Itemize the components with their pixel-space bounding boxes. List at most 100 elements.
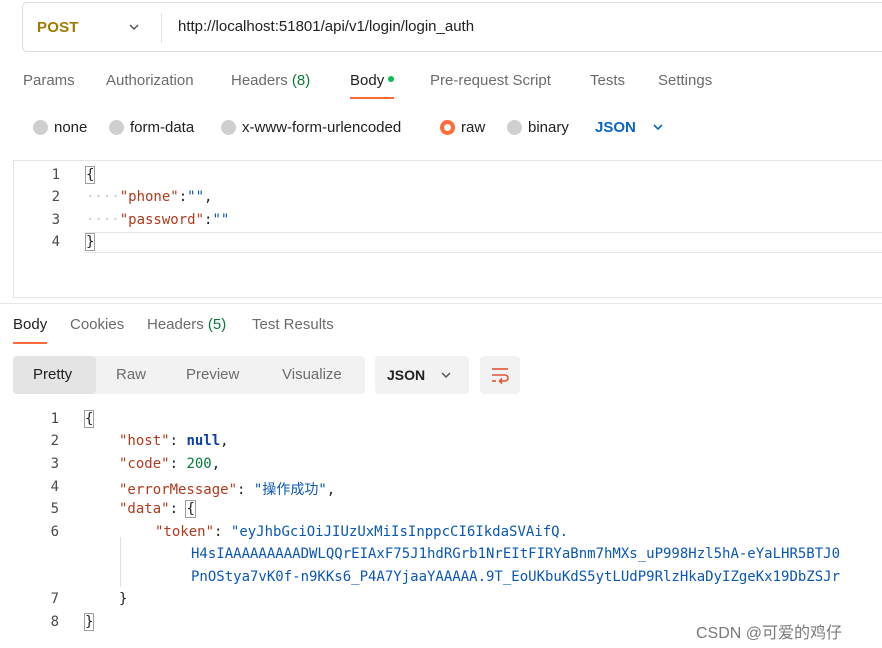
response-tab-headers-label: Headers — [147, 316, 204, 333]
json-key: "code" — [119, 456, 170, 472]
request-url-bar: POST http://localhost:51801/api/v1/login… — [22, 2, 882, 52]
body-format-select[interactable]: JSON — [595, 119, 636, 136]
url-input[interactable]: http://localhost:51801/api/v1/login/logi… — [178, 18, 474, 35]
radio-circle — [221, 120, 236, 135]
code-line: "code": 200, — [119, 456, 220, 472]
view-raw-button[interactable]: Raw — [116, 366, 146, 383]
code-line: } — [83, 613, 95, 631]
json-key: "token" — [155, 524, 215, 540]
json-key: "phone" — [119, 189, 179, 205]
code-line: "token": "eyJhbGciOiJIUzUxMiIsInppcCI6Ik… — [155, 524, 568, 540]
line-number: 3 — [50, 456, 59, 472]
tab-authorization[interactable]: Authorization — [106, 72, 194, 89]
comma: , — [220, 433, 229, 449]
line-number: 5 — [50, 501, 59, 517]
comma: , — [211, 456, 221, 472]
response-tab-body[interactable]: Body — [13, 316, 48, 344]
view-pretty-button[interactable]: Pretty — [33, 366, 72, 383]
json-key: "host" — [119, 433, 170, 449]
code-line: "host": null, — [119, 433, 229, 449]
json-value: 200 — [186, 456, 212, 472]
response-tab-headers[interactable]: Headers (5) — [147, 316, 226, 333]
close-brace: } — [119, 591, 128, 607]
radio-urlencoded[interactable]: x-www-form-urlencoded — [221, 119, 401, 136]
code-line: ····"phone":"", — [86, 189, 212, 205]
line-number: 3 — [51, 212, 60, 228]
chevron-down-icon[interactable] — [127, 20, 141, 34]
token-continuation: H4sIAAAAAAAAADWLQQrEIAxF75J1hdRGrb1NrEIt… — [191, 546, 841, 562]
response-tab-test-results[interactable]: Test Results — [252, 316, 334, 333]
tab-params[interactable]: Params — [23, 72, 75, 89]
radio-binary-label: binary — [528, 119, 569, 136]
json-value: "操作成功" — [253, 482, 327, 498]
line-number: 1 — [50, 411, 59, 427]
line-number: 2 — [51, 189, 60, 205]
radio-circle — [507, 120, 522, 135]
chevron-down-icon — [441, 372, 451, 379]
response-format-select[interactable]: JSON — [375, 356, 469, 394]
line-number: 1 — [51, 167, 60, 183]
tab-body[interactable]: Body — [350, 72, 395, 99]
tab-headers-count: (8) — [291, 72, 311, 89]
radio-urlencoded-label: x-www-form-urlencoded — [242, 119, 402, 136]
json-value: "" — [187, 189, 205, 205]
open-brace: { — [185, 500, 196, 518]
view-preview-button[interactable]: Preview — [186, 366, 239, 383]
active-line-highlight — [85, 232, 882, 253]
open-brace: { — [83, 410, 95, 428]
response-tab-headers-count: (5) — [207, 316, 227, 333]
indent-guide — [120, 537, 121, 587]
chevron-down-icon[interactable] — [651, 120, 665, 134]
radio-none[interactable]: none — [33, 119, 87, 136]
tab-prerequest-script[interactable]: Pre-request Script — [430, 72, 551, 89]
indent-guide: ···· — [86, 189, 120, 205]
json-value: null — [186, 433, 221, 449]
radio-raw[interactable]: raw — [440, 119, 485, 136]
colon: : — [169, 501, 179, 517]
close-brace: } — [83, 613, 95, 631]
tab-settings[interactable]: Settings — [658, 72, 712, 89]
colon: : — [237, 482, 246, 498]
wrap-lines-button[interactable] — [480, 356, 520, 394]
http-method-select[interactable]: POST — [37, 19, 79, 36]
radio-binary[interactable]: binary — [507, 119, 569, 136]
code-line: "data": { — [119, 500, 196, 518]
colon: : — [214, 524, 223, 540]
tab-tests[interactable]: Tests — [590, 72, 625, 89]
line-number: 6 — [50, 524, 59, 540]
line-number: 7 — [50, 591, 59, 607]
watermark: CSDN @可爱的鸡仔 — [696, 625, 843, 642]
close-brace: } — [84, 233, 96, 251]
response-format-label: JSON — [387, 367, 426, 383]
line-number: 2 — [50, 433, 59, 449]
view-visualize-button[interactable]: Visualize — [282, 366, 342, 383]
colon: : — [169, 433, 179, 449]
json-key: "password" — [119, 212, 205, 228]
code-line: "errorMessage": "操作成功", — [119, 479, 335, 499]
indent-guide: ···· — [86, 212, 120, 228]
radio-none-label: none — [54, 119, 88, 136]
code-line: } — [84, 233, 96, 251]
open-brace: { — [84, 166, 96, 184]
radio-circle — [33, 120, 48, 135]
comma: , — [204, 189, 213, 205]
radio-form-data[interactable]: form-data — [109, 119, 194, 136]
response-view-mode: Pretty Raw Preview Visualize — [13, 356, 365, 394]
code-line: { — [83, 410, 95, 428]
colon: : — [178, 189, 188, 205]
json-key: "data" — [119, 501, 170, 517]
request-body-editor[interactable]: 1 2 3 4 { ····"phone":"", ····"password"… — [13, 160, 882, 298]
body-modified-dot — [388, 76, 395, 82]
line-number: 8 — [50, 614, 59, 630]
code-line: { — [84, 166, 96, 184]
json-value: "" — [212, 212, 230, 228]
tab-headers[interactable]: Headers (8) — [231, 72, 310, 89]
response-tab-cookies[interactable]: Cookies — [70, 316, 124, 333]
url-divider — [161, 13, 162, 43]
wrap-text-icon — [492, 368, 509, 385]
line-number: 4 — [50, 479, 59, 495]
section-divider — [0, 303, 882, 304]
radio-form-data-label: form-data — [130, 119, 195, 136]
body-type-options: none form-data x-www-form-urlencoded raw… — [0, 116, 700, 140]
comma: , — [326, 482, 336, 498]
